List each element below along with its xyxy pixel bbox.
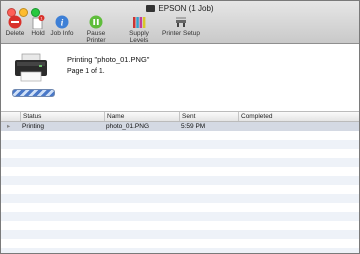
empty-row bbox=[1, 203, 359, 212]
supply-levels-button[interactable]: Supply Levels bbox=[119, 15, 159, 44]
delete-button[interactable]: Delete bbox=[5, 15, 25, 37]
empty-row bbox=[1, 176, 359, 185]
job-status-panel: Printing "photo_01.PNG" Page 1 of 1. bbox=[1, 44, 359, 111]
empty-row bbox=[1, 149, 359, 158]
info-icon: i bbox=[55, 15, 69, 29]
empty-row bbox=[1, 185, 359, 194]
empty-row bbox=[1, 230, 359, 239]
cell-status: Printing bbox=[22, 123, 45, 130]
printing-job-title: Printing "photo_01.PNG" bbox=[67, 55, 150, 64]
toolbar: EPSON (1 Job) Delete 1 Hold i Job Info P… bbox=[1, 1, 359, 44]
pause-printer-label: Pause Printer bbox=[86, 30, 106, 44]
delete-label: Delete bbox=[5, 30, 25, 37]
table-row[interactable]: ▸ Printing photo_01.PNG 5:59 PM bbox=[1, 122, 359, 131]
table-body: ▸ Printing photo_01.PNG 5:59 PM bbox=[1, 122, 359, 253]
pause-icon bbox=[89, 15, 103, 29]
empty-row bbox=[1, 239, 359, 248]
empty-row bbox=[1, 212, 359, 221]
empty-row bbox=[1, 140, 359, 149]
hold-button[interactable]: 1 Hold bbox=[28, 15, 48, 37]
table-header: Status Name Sent Completed bbox=[1, 111, 359, 122]
hold-icon: 1 bbox=[32, 15, 45, 29]
empty-row bbox=[1, 194, 359, 203]
hold-label: Hold bbox=[31, 30, 45, 37]
progress-bar bbox=[12, 89, 55, 97]
printer-setup-label: Printer Setup bbox=[162, 30, 200, 37]
empty-row bbox=[1, 248, 359, 253]
window-title-text: EPSON (1 Job) bbox=[158, 4, 214, 13]
supply-levels-icon bbox=[133, 17, 146, 28]
column-header-status[interactable]: Status bbox=[20, 112, 104, 121]
printer-setup-button[interactable]: Printer Setup bbox=[162, 15, 200, 37]
job-info-button[interactable]: i Job Info bbox=[50, 15, 74, 37]
column-header-completed[interactable]: Completed bbox=[238, 112, 359, 121]
row-indicator-icon: ▸ bbox=[7, 123, 11, 130]
delete-icon bbox=[8, 15, 22, 29]
column-header-name[interactable]: Name bbox=[104, 112, 179, 121]
empty-row bbox=[1, 167, 359, 176]
window-title: EPSON (1 Job) bbox=[1, 4, 359, 13]
printer-setup-icon bbox=[176, 17, 186, 27]
column-header-sent[interactable]: Sent bbox=[179, 112, 238, 121]
job-info-label: Job Info bbox=[50, 30, 74, 37]
printer-queue-window: EPSON (1 Job) Delete 1 Hold i Job Info P… bbox=[0, 0, 360, 254]
printer-icon bbox=[146, 5, 156, 13]
cell-name: photo_01.PNG bbox=[106, 123, 150, 130]
printer-icon bbox=[15, 53, 47, 82]
empty-row bbox=[1, 158, 359, 167]
supply-levels-label: Supply Levels bbox=[129, 30, 149, 44]
cell-sent: 5:59 PM bbox=[181, 123, 206, 130]
empty-row bbox=[1, 131, 359, 140]
empty-row bbox=[1, 221, 359, 230]
page-progress-text: Page 1 of 1. bbox=[67, 68, 105, 75]
jobs-table: Status Name Sent Completed ▸ Printing ph… bbox=[1, 111, 359, 253]
pause-printer-button[interactable]: Pause Printer bbox=[77, 15, 115, 44]
